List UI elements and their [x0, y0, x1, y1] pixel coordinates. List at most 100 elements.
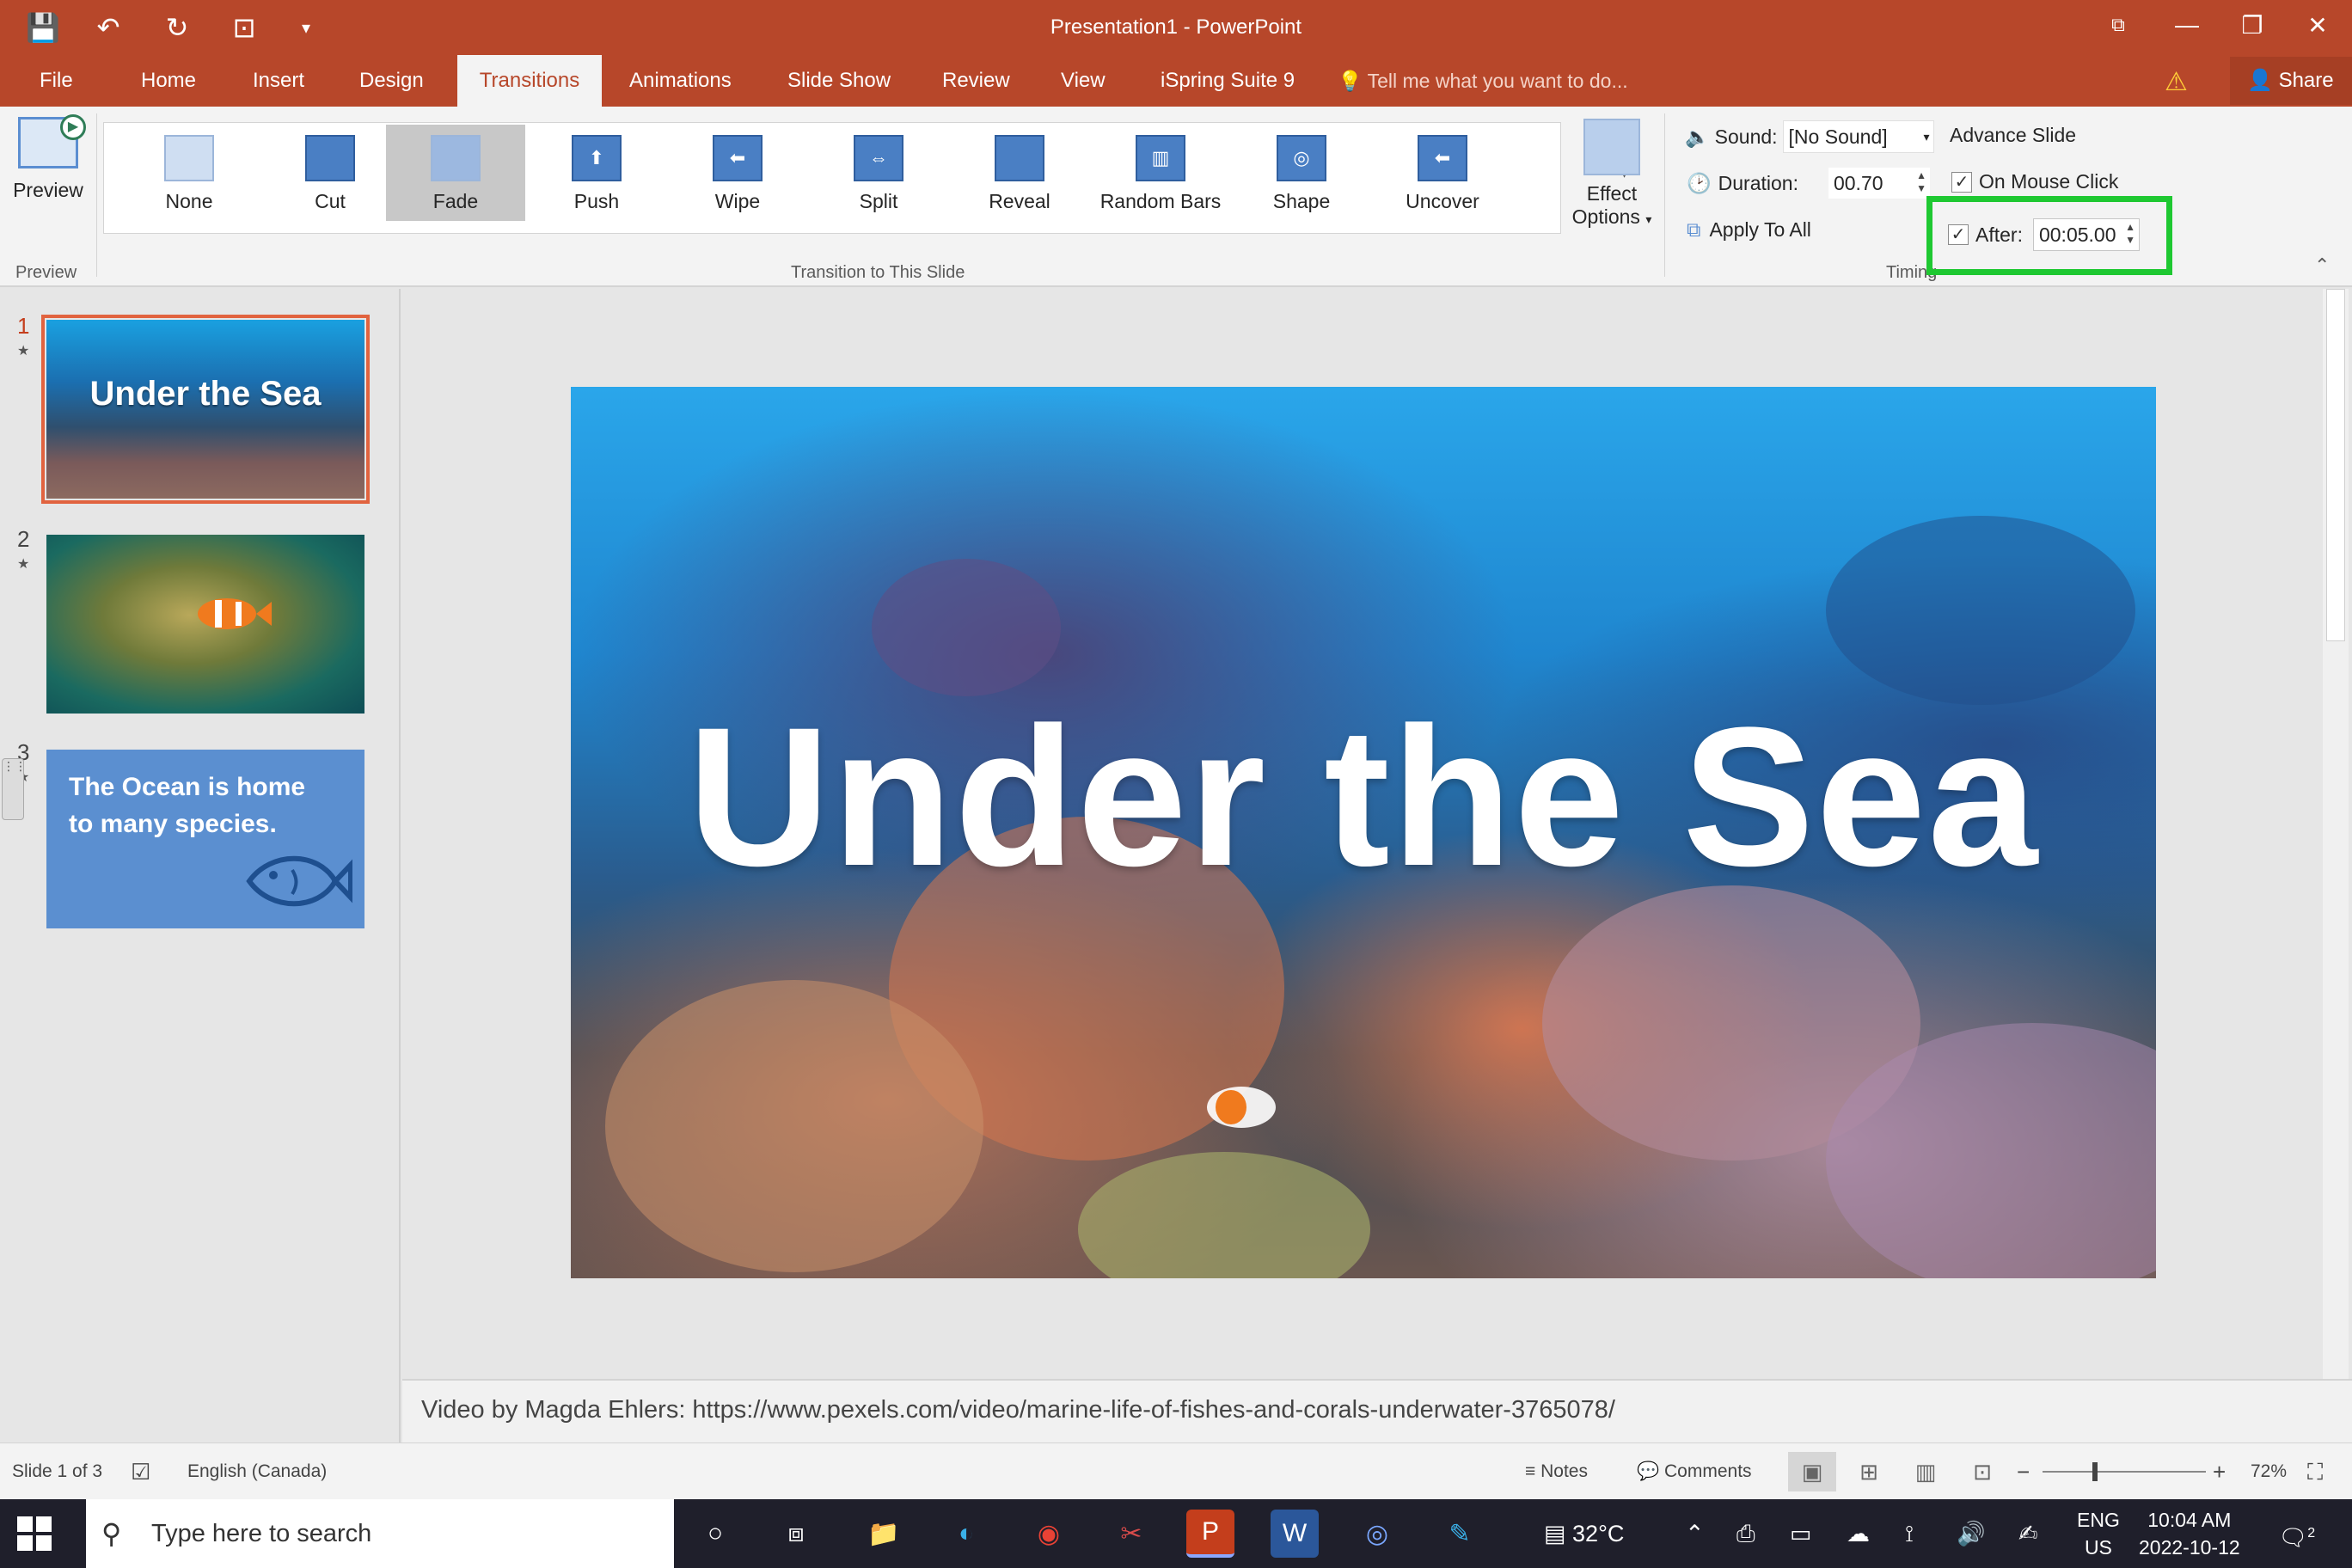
slide-thumbnail-2[interactable] [46, 535, 364, 714]
transition-gallery: None Cut Fade ⬆ Push ⬅ Wipe ⇔ Split Reveal … [103, 122, 1628, 234]
slide-thumbnail-3[interactable]: The Ocean is home to many species. [46, 750, 364, 928]
wipe-transition-icon: ⬅ [713, 135, 763, 181]
transition-split[interactable]: ⇔ Split [809, 125, 948, 221]
tab-animations[interactable]: Animations [622, 55, 738, 107]
warning-icon[interactable]: ⚠ [2165, 67, 2188, 97]
slide-sorter-icon[interactable]: ⊞ [1845, 1452, 1893, 1491]
transition-wipe[interactable]: ⬅ Wipe [668, 125, 807, 221]
normal-view-icon[interactable]: ▣ [1788, 1452, 1836, 1491]
windows-start-icon[interactable] [15, 1515, 53, 1553]
tab-home[interactable]: Home [134, 55, 203, 107]
scrollbar-thumb[interactable] [2326, 289, 2345, 641]
snipping-tool-icon[interactable]: ✂ [1107, 1510, 1155, 1558]
random-bars-transition-icon: ▥ [1136, 135, 1185, 181]
slide-thumbnail-pane: 1 ★ Under the Sea 2 ★ 3 ★ The Ocean is h… [0, 289, 401, 1442]
weather-temp: 32°C [1572, 1521, 1625, 1547]
collapse-ribbon-icon[interactable]: ⌃ [2314, 254, 2330, 277]
show-hidden-icons-icon[interactable]: ⌃ [1685, 1499, 1705, 1568]
notes-button[interactable]: ≡ Notes [1525, 1443, 1588, 1500]
ribbon-display-options-icon[interactable]: ⧉ [2084, 0, 2153, 50]
notification-center-icon[interactable]: 🗨2 [2278, 1499, 2315, 1568]
vertical-scrollbar[interactable] [2323, 289, 2349, 1381]
recorder-app-icon[interactable]: ◎ [1353, 1510, 1401, 1558]
system-clock[interactable]: 10:04 AM 2022-10-12 [2139, 1506, 2240, 1561]
duration-input[interactable]: 00.70 ▲ ▼ [1827, 167, 1931, 199]
meet-now-icon[interactable]: ⎙ [1736, 1499, 1755, 1568]
tab-design[interactable]: Design [352, 55, 431, 107]
main-slide[interactable]: Under the Sea [571, 387, 2156, 1278]
pane-resize-handle[interactable]: ⋮⋮ [2, 758, 27, 820]
window-title: Presentation1 - PowerPoint [1050, 15, 1302, 39]
transition-cut[interactable]: Cut [260, 125, 400, 221]
reading-view-icon[interactable]: ▥ [1902, 1452, 1950, 1491]
effect-options-button[interactable]: Effect Options ▾ [1565, 119, 1659, 248]
cut-transition-icon [305, 135, 355, 181]
tab-transitions[interactable]: Transitions [457, 55, 602, 107]
language-status[interactable]: English (Canada) [187, 1443, 327, 1500]
powerpoint-taskbar-icon[interactable]: P [1186, 1510, 1234, 1558]
tab-insert[interactable]: Insert [246, 55, 311, 107]
chrome-browser-icon[interactable]: ◉ [1025, 1510, 1073, 1558]
zoom-slider[interactable] [2043, 1471, 2206, 1473]
transition-fade[interactable]: Fade [386, 125, 525, 221]
maximize-button[interactable]: ❐ [2218, 0, 2287, 50]
clownfish-image [198, 598, 272, 629]
slide-show-view-icon[interactable]: ⊡ [1958, 1452, 2006, 1491]
fit-to-window-icon[interactable]: ⛶ [2307, 1443, 2323, 1500]
transition-shape[interactable]: ◎ Shape [1232, 125, 1371, 221]
wifi-icon[interactable]: ⟟ [1905, 1499, 1914, 1568]
status-bar: Slide 1 of 3 ☑ English (Canada) ≡ Notes … [0, 1442, 2352, 1499]
duration-spinner-icon[interactable]: ▲ ▼ [1916, 169, 1926, 195]
slide-number: 2 [17, 526, 30, 552]
edge-browser-icon[interactable]: ◐ [942, 1510, 990, 1558]
transition-none[interactable]: None [119, 125, 259, 221]
taskbar-search-box[interactable]: ⚲ Type here to search [86, 1499, 674, 1568]
zoom-out-icon[interactable]: − [2017, 1443, 2030, 1500]
search-icon: ⚲ [101, 1518, 122, 1549]
transition-uncover[interactable]: ⬅ Uncover [1373, 125, 1512, 221]
shape-transition-icon: ◎ [1277, 135, 1326, 181]
zoom-slider-thumb[interactable] [2092, 1462, 2098, 1481]
word-taskbar-icon[interactable]: W [1271, 1510, 1319, 1558]
share-button[interactable]: 👤 Share [2230, 57, 2352, 105]
reveal-transition-icon [995, 135, 1044, 181]
tab-ispring[interactable]: iSpring Suite 9 [1154, 55, 1302, 107]
preview-button[interactable]: ▶ Preview [5, 114, 91, 237]
slide-title[interactable]: Under the Sea [571, 683, 2156, 910]
close-button[interactable]: ✕ [2283, 0, 2352, 50]
apply-all-icon: ⧉ [1687, 218, 1701, 241]
thumbnail-title: Under the Sea [89, 375, 322, 413]
sync-status-icon[interactable]: ☁ [1847, 1499, 1870, 1568]
effect-options-icon [1583, 119, 1640, 175]
sound-dropdown[interactable]: [No Sound] ▾ [1782, 120, 1934, 153]
tab-review[interactable]: Review [935, 55, 1017, 107]
transition-group-label: Transition to This Slide [791, 263, 965, 282]
notes-pane[interactable]: Video by Magda Ehlers: https://www.pexel… [402, 1379, 2352, 1442]
notes-app-icon[interactable]: ✎ [1436, 1510, 1484, 1558]
tab-file[interactable]: File [33, 55, 80, 107]
spelling-check-icon[interactable]: ☑ [131, 1443, 150, 1500]
slide-thumbnail-1[interactable]: Under the Sea [41, 315, 370, 504]
zoom-level[interactable]: 72% [2251, 1443, 2287, 1500]
volume-icon[interactable]: 🔊 [1957, 1499, 1986, 1568]
on-mouse-click-checkbox[interactable]: ✓ On Mouse Click [1951, 170, 2118, 193]
task-view-icon[interactable]: ⧈ [772, 1510, 820, 1558]
transition-reveal[interactable]: Reveal [950, 125, 1089, 221]
pen-workspace-icon[interactable]: ✍ [2018, 1499, 2038, 1568]
comments-button[interactable]: 💬 Comments [1637, 1443, 1752, 1500]
battery-icon[interactable]: ▭ [1790, 1499, 1812, 1568]
file-explorer-icon[interactable]: 📁 [860, 1510, 908, 1558]
apply-to-all-button[interactable]: ⧉ Apply To All [1687, 218, 1811, 242]
transition-random-bars[interactable]: ▥ Random Bars [1091, 125, 1230, 221]
zoom-in-icon[interactable]: + [2213, 1443, 2226, 1500]
preview-icon: ▶ [18, 114, 86, 168]
minimize-button[interactable]: — [2153, 0, 2221, 50]
tab-view[interactable]: View [1054, 55, 1112, 107]
tell-me-box[interactable]: 💡 Tell me what you want to do... [1338, 55, 1628, 107]
weather-widget[interactable]: ▤ 32°C [1544, 1499, 1624, 1568]
transition-push[interactable]: ⬆ Push [527, 125, 666, 221]
tab-slide-show[interactable]: Slide Show [781, 55, 897, 107]
input-language[interactable]: ENG US [2077, 1506, 2120, 1561]
slide-counter: Slide 1 of 3 [12, 1461, 103, 1481]
cortana-icon[interactable]: ○ [691, 1510, 739, 1558]
